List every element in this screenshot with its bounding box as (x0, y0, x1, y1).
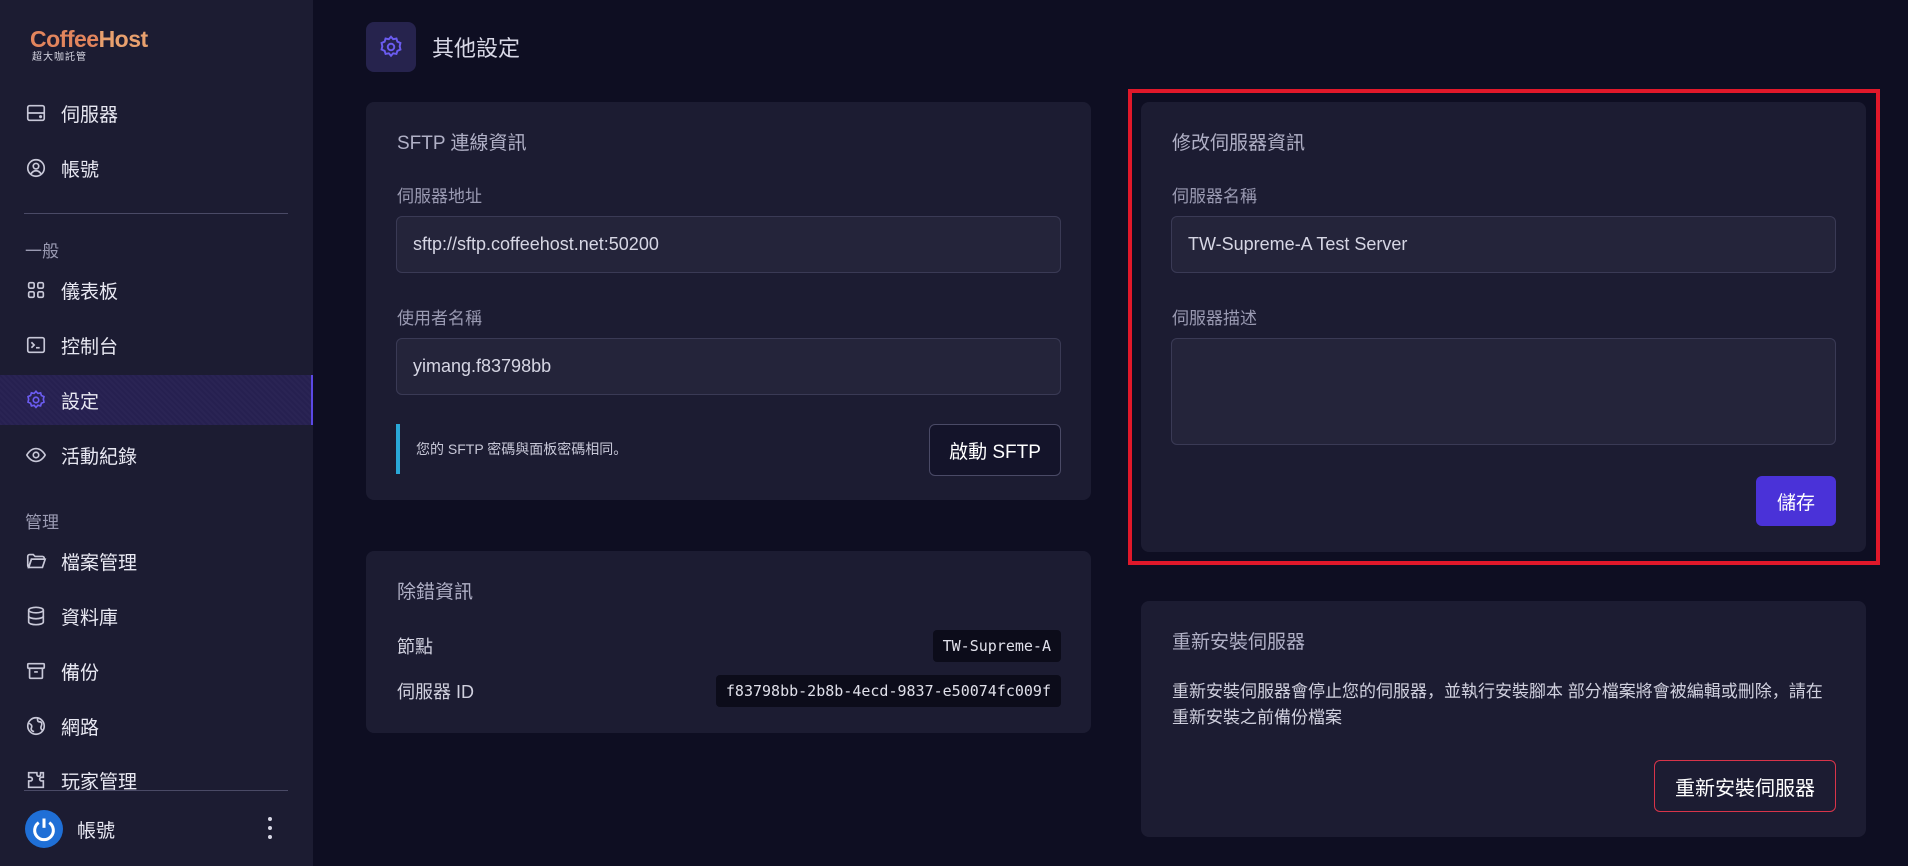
server-id-label: 伺服器 ID (397, 682, 475, 702)
sidebar-item-label: 備份 (61, 662, 100, 684)
sidebar-item-network[interactable]: 網路 (0, 701, 313, 751)
sidebar-divider (24, 213, 288, 214)
app-root: CoffeeHost 超大咖託管 伺服器 帳號 一般 儀表板 控制台 設定 活動… (0, 0, 1908, 866)
sftp-address-field[interactable] (396, 216, 1061, 273)
puzzle-icon (25, 769, 47, 791)
edit-server-card-title: 修改伺服器資訊 (1172, 133, 1306, 154)
sidebar-item-database[interactable]: 資料庫 (0, 591, 313, 641)
gear-icon (366, 22, 416, 72)
gear-icon (25, 389, 47, 411)
section-label-general: 一般 (25, 242, 59, 261)
sidebar: CoffeeHost 超大咖託管 伺服器 帳號 一般 儀表板 控制台 設定 活動… (0, 0, 313, 866)
node-value: TW-Supreme-A (932, 630, 1061, 662)
edit-server-card: 修改伺服器資訊 伺服器名稱 伺服器描述 儲存 (1141, 102, 1866, 552)
globe-icon (25, 715, 47, 737)
sidebar-item-label: 伺服器 (61, 104, 119, 126)
avatar[interactable] (25, 810, 63, 848)
reinstall-description: 重新安裝伺服器會停止您的伺服器，並執行安裝腳本 部分檔案將會被編輯或刪除，請在重… (1172, 682, 1823, 727)
server-name-label: 伺服器名稱 (1172, 187, 1257, 206)
kebab-menu-icon[interactable] (267, 817, 273, 839)
node-label: 節點 (397, 637, 433, 657)
page-header: 其他設定 (366, 22, 520, 72)
sidebar-item-settings[interactable]: 設定 (0, 375, 313, 425)
debug-card-title: 除錯資訊 (397, 582, 474, 603)
sidebar-item-label: 控制台 (61, 336, 119, 358)
sidebar-item-servers[interactable]: 伺服器 (0, 88, 313, 138)
sidebar-item-label: 設定 (61, 391, 100, 413)
power-icon (33, 818, 55, 842)
sidebar-item-activity[interactable]: 活動紀錄 (0, 430, 313, 480)
sidebar-divider (24, 790, 288, 791)
debug-node-row: 節點 TW-Supreme-A (397, 628, 1061, 664)
sftp-username-input[interactable] (413, 339, 1060, 394)
sidebar-item-dashboard[interactable]: 儀表板 (0, 265, 313, 315)
sftp-address-input[interactable] (413, 217, 1060, 272)
server-name-field[interactable] (1171, 216, 1836, 273)
sftp-card: SFTP 連線資訊 伺服器地址 使用者名稱 您的 SFTP 密碼與面板密碼相同。… (366, 102, 1091, 500)
server-id-value: f83798bb-2b8b-4ecd-9837-e50074fc009f (715, 675, 1061, 707)
reinstall-server-button[interactable]: 重新安裝伺服器 (1654, 760, 1836, 812)
folder-icon (25, 550, 47, 572)
terminal-icon (25, 334, 47, 356)
sftp-username-label: 使用者名稱 (397, 309, 482, 328)
grid-icon (25, 279, 47, 301)
debug-card: 除錯資訊 節點 TW-Supreme-A 伺服器 ID f83798bb-2b8… (366, 551, 1091, 733)
server-desc-field[interactable] (1171, 338, 1836, 445)
brand-subtitle: 超大咖託管 (32, 52, 87, 63)
sidebar-item-label: 儀表板 (61, 281, 119, 303)
reinstall-card-title: 重新安裝伺服器 (1172, 632, 1306, 653)
sidebar-item-backup[interactable]: 備份 (0, 646, 313, 696)
brand-host: Host (98, 26, 149, 52)
sidebar-item-label: 活動紀錄 (61, 446, 138, 468)
sidebar-item-label: 資料庫 (61, 607, 119, 629)
launch-sftp-button[interactable]: 啟動 SFTP (929, 424, 1061, 476)
server-desc-textarea[interactable] (1188, 339, 1835, 444)
sftp-username-field[interactable] (396, 338, 1061, 395)
sidebar-item-label: 帳號 (61, 159, 100, 181)
save-button[interactable]: 儲存 (1756, 476, 1836, 526)
server-icon (25, 102, 47, 124)
page-title: 其他設定 (432, 36, 521, 61)
sidebar-item-console[interactable]: 控制台 (0, 320, 313, 370)
database-icon (25, 605, 47, 627)
sidebar-item-files[interactable]: 檔案管理 (0, 536, 313, 586)
sidebar-item-label: 網路 (61, 717, 100, 739)
reinstall-card: 重新安裝伺服器 重新安裝伺服器會停止您的伺服器，並執行安裝腳本 部分檔案將會被編… (1141, 601, 1866, 837)
brand-logo[interactable]: CoffeeHost 超大咖託管 (30, 26, 160, 63)
sftp-password-note: 您的 SFTP 密碼與面板密碼相同。 (396, 424, 627, 474)
user-circle-icon (25, 157, 47, 179)
eye-icon (25, 444, 47, 466)
sftp-address-label: 伺服器地址 (397, 187, 482, 206)
server-name-input[interactable] (1188, 217, 1835, 272)
archive-icon (25, 660, 47, 682)
sidebar-item-account[interactable]: 帳號 (0, 143, 313, 193)
sidebar-item-label: 檔案管理 (61, 552, 138, 574)
server-desc-label: 伺服器描述 (1172, 309, 1257, 328)
sftp-card-title: SFTP 連線資訊 (397, 133, 527, 154)
account-label: 帳號 (77, 820, 116, 842)
account-bar[interactable]: 帳號 (0, 792, 313, 866)
section-label-manage: 管理 (25, 513, 59, 532)
debug-id-row: 伺服器 ID f83798bb-2b8b-4ecd-9837-e50074fc0… (397, 673, 1061, 709)
